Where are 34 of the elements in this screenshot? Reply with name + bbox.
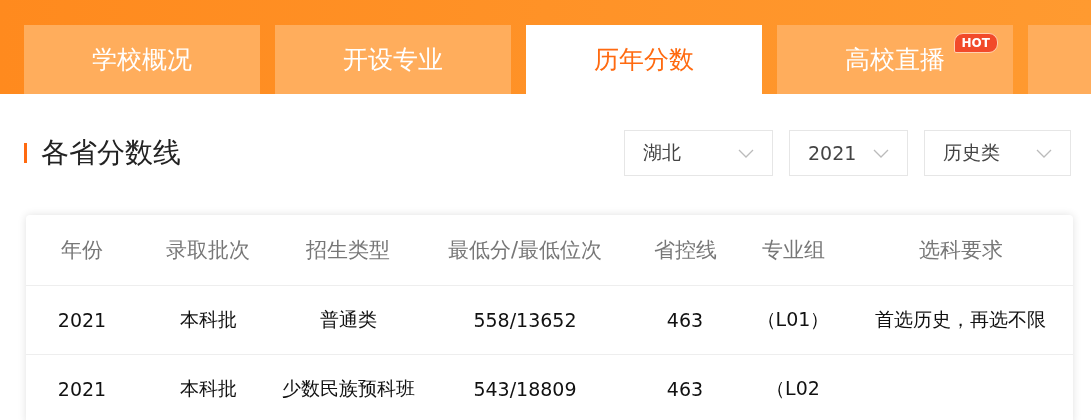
column-header: 招生类型 — [278, 215, 418, 286]
table-cell: 首选历史，再选不限 — [848, 286, 1073, 355]
table-cell: （L02 — [738, 355, 848, 420]
heading-accent — [24, 143, 27, 163]
tab[interactable]: 历年分数 — [526, 25, 762, 94]
tab[interactable]: 开设专业 — [275, 25, 511, 94]
tab[interactable]: 学校概况 — [24, 25, 260, 94]
table-cell: 463 — [632, 355, 738, 420]
table-cell: 普通类 — [278, 286, 418, 355]
column-header: 录取批次 — [138, 215, 278, 286]
table-cell: 本科批 — [138, 355, 278, 420]
column-header: 专业组 — [738, 215, 848, 286]
section-title: 各省分数线 — [41, 135, 181, 171]
table-cell: （L01） — [738, 286, 848, 355]
table-cell: 2021 — [26, 355, 138, 420]
column-header: 最低分/最低位次 — [418, 215, 632, 286]
dropdown[interactable]: 历史类 — [924, 130, 1071, 176]
dropdown[interactable]: 2021 — [789, 130, 908, 176]
column-header: 年份 — [26, 215, 138, 286]
table-cell: 少数民族预科班 — [278, 355, 418, 420]
column-header: 省控线 — [632, 215, 738, 286]
chevron-down-icon — [1036, 148, 1052, 158]
column-header: 选科要求 — [848, 215, 1073, 286]
table-cell: 本科批 — [138, 286, 278, 355]
table-cell: 543/18809 — [418, 355, 632, 420]
dropdown[interactable]: 湖北 — [624, 130, 773, 176]
chevron-down-icon — [873, 148, 889, 158]
tab[interactable] — [1028, 25, 1091, 94]
tab[interactable]: 高校直播 HOT — [777, 25, 1013, 94]
chevron-down-icon — [738, 148, 754, 158]
hot-badge: HOT — [953, 33, 998, 53]
table-cell: 463 — [632, 286, 738, 355]
table-cell: 558/13652 — [418, 286, 632, 355]
table-cell: 2021 — [26, 286, 138, 355]
